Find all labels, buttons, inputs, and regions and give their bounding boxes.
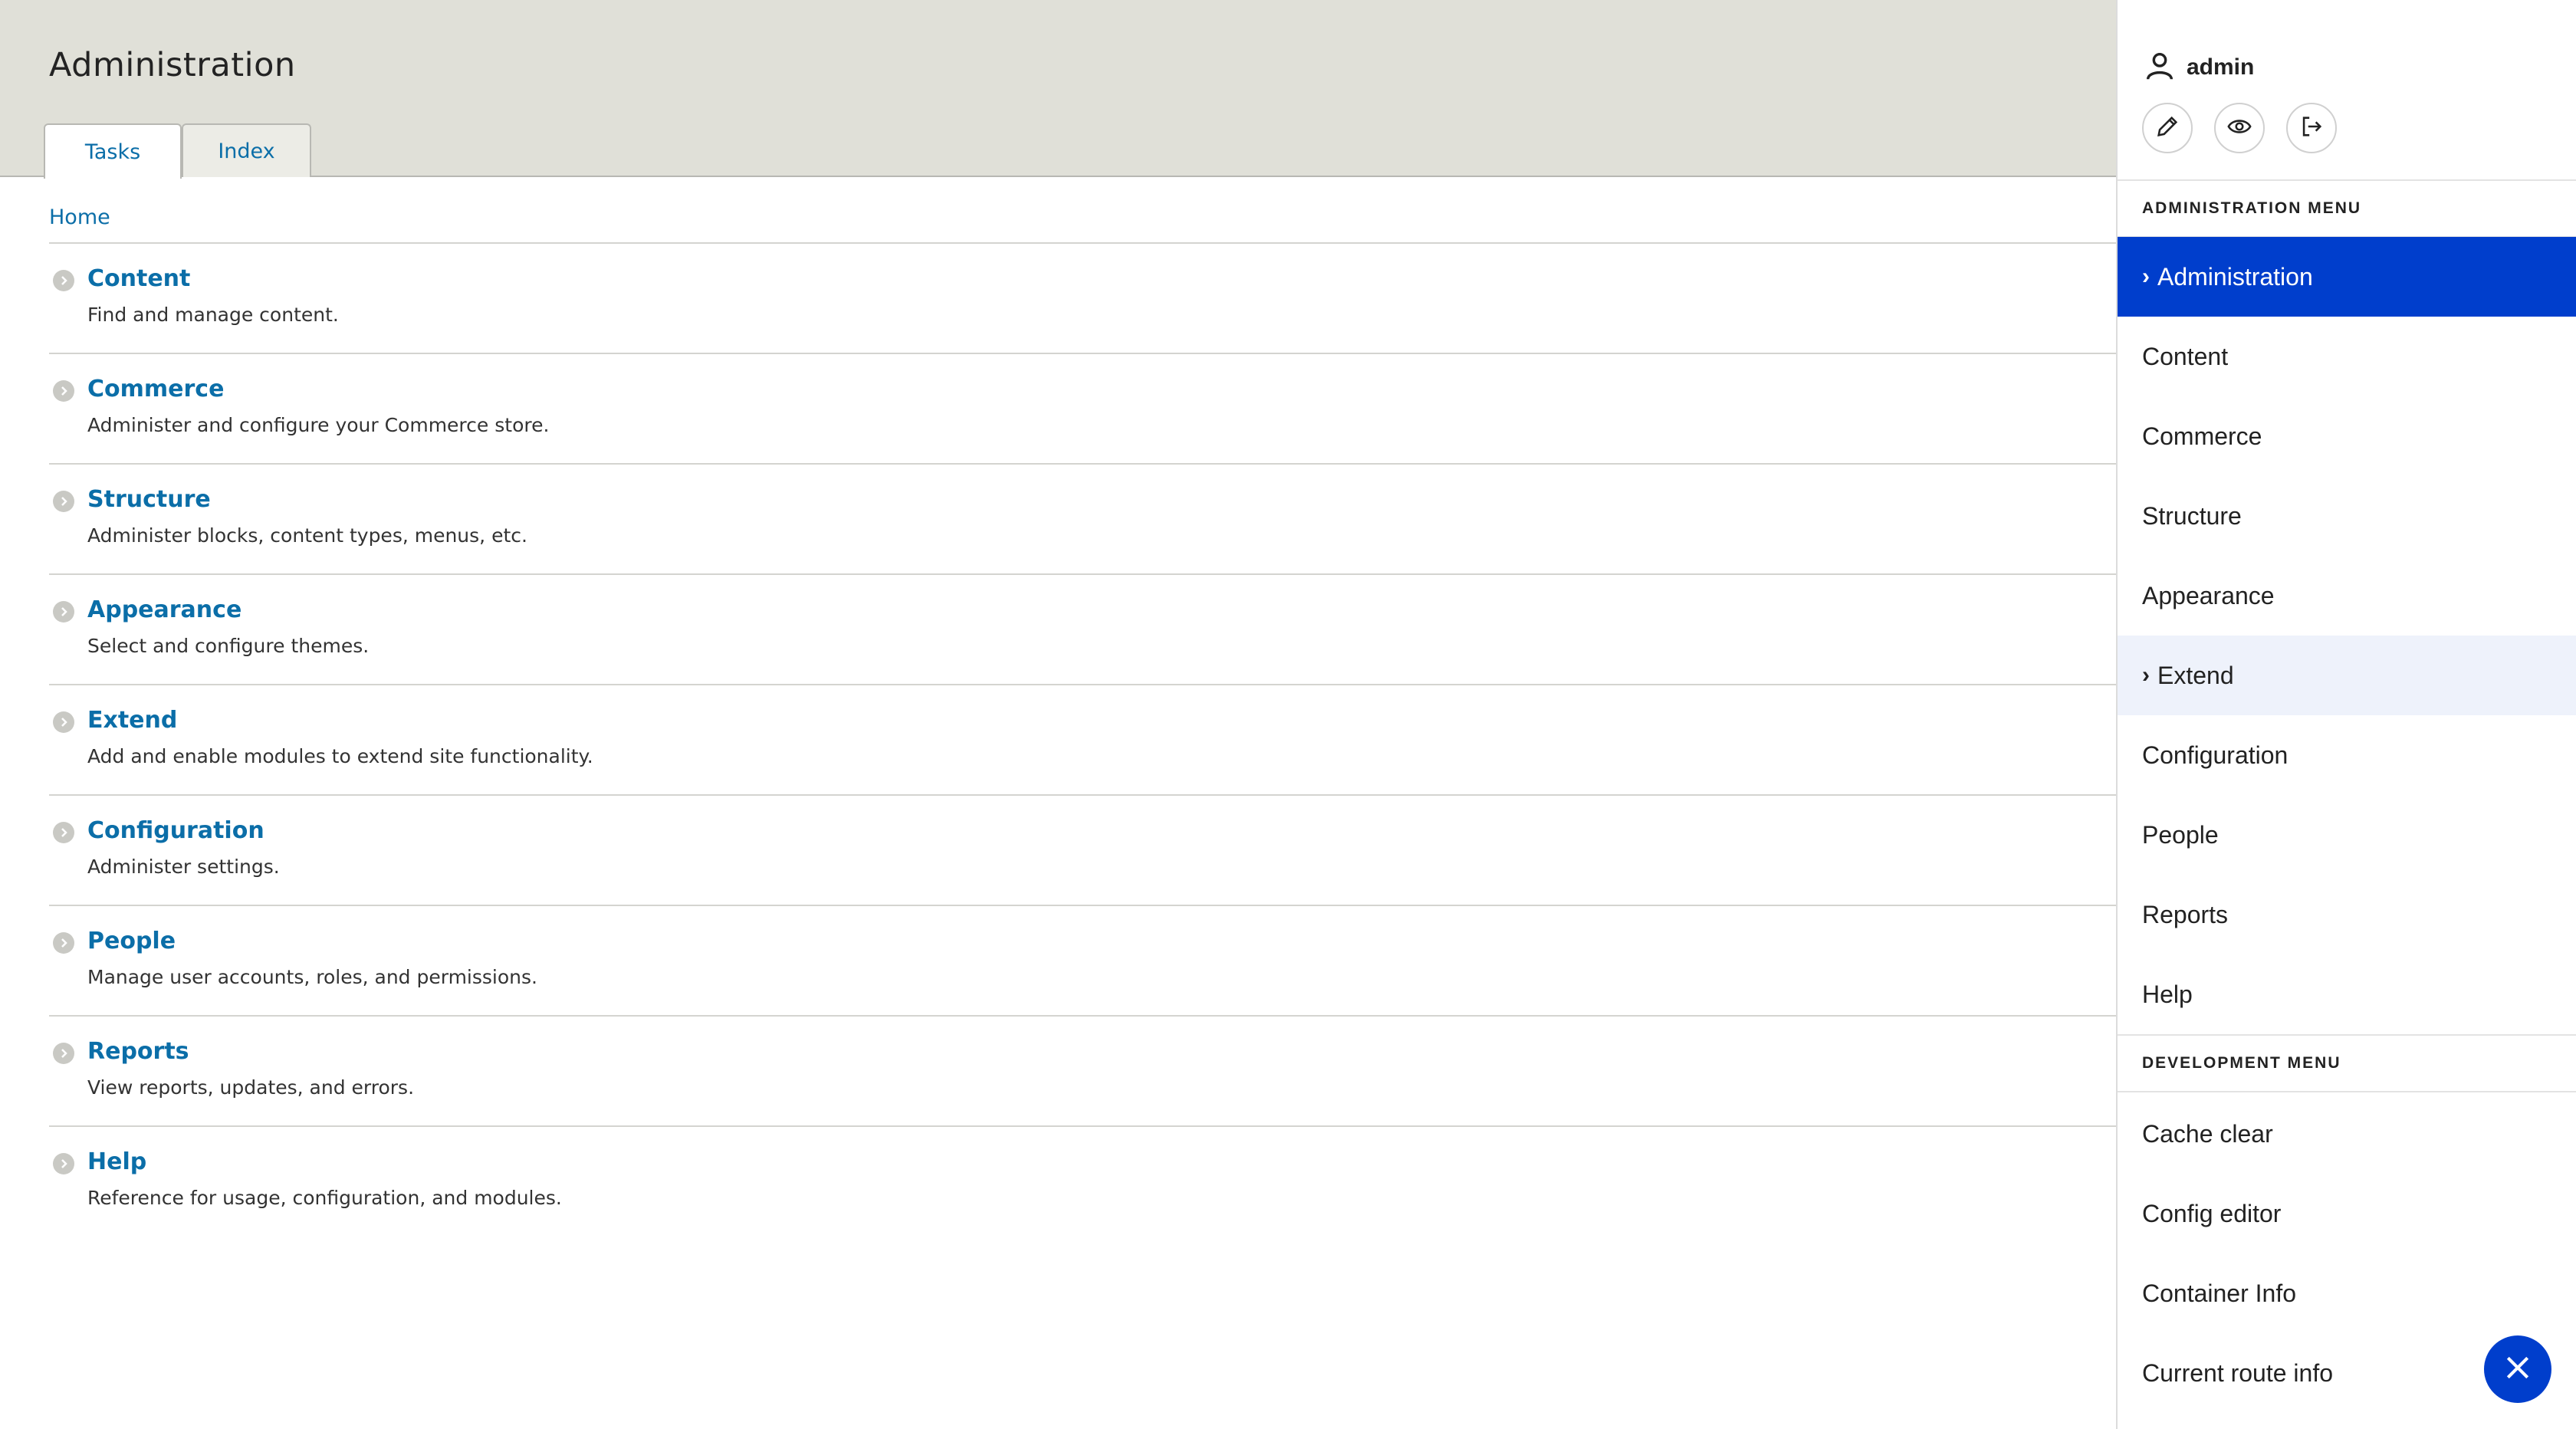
circle-arrow-icon [53,711,74,733]
menu-item-reports[interactable]: Reports [2118,875,2576,954]
task-link-configuration[interactable]: Configuration [87,817,264,844]
task-item-help: Help Reference for usage, configuration,… [49,1125,2116,1236]
toolbar-buttons [2142,103,2358,153]
menu-item-label: Reports [2142,900,2229,928]
close-icon [2503,1353,2532,1385]
pencil-icon [2154,113,2180,143]
view-button[interactable] [2214,103,2265,153]
task-item-content: Content Find and manage content. [49,242,2116,353]
main-content: Administration Tasks Index Home Content … [0,0,2116,1429]
task-description: Administer settings. [87,856,280,878]
menu-item-label: Structure [2142,501,2242,530]
page-title: Administration [49,46,296,84]
circle-arrow-icon [53,1153,74,1174]
circle-arrow-icon [53,601,74,623]
logout-icon [2298,113,2325,143]
menu-item-commerce[interactable]: Commerce [2118,396,2576,476]
task-description: Manage user accounts, roles, and permiss… [87,966,537,988]
menu-item-label: People [2142,820,2219,849]
task-item-extend: Extend Add and enable modules to extend … [49,684,2116,794]
menu-item-configuration[interactable]: Configuration [2118,715,2576,795]
task-item-configuration: Configuration Administer settings. [49,794,2116,905]
task-link-people[interactable]: People [87,928,176,954]
task-description: View reports, updates, and errors. [87,1076,415,1099]
task-link-reports[interactable]: Reports [87,1038,189,1065]
menu-item-label: Current route info [2142,1358,2334,1387]
dev-menu-heading: DEVELOPMENT MENU [2142,1054,2341,1072]
menu-item-label: Administration [2157,262,2313,291]
task-item-people: People Manage user accounts, roles, and … [49,905,2116,1015]
task-link-help[interactable]: Help [87,1148,146,1175]
close-sidebar-button[interactable] [2484,1335,2551,1403]
chevron-right-icon: › [2142,264,2150,289]
divider [2118,1034,2576,1036]
task-item-commerce: Commerce Administer and configure your C… [49,353,2116,463]
task-link-extend[interactable]: Extend [87,707,177,734]
menu-item-label: Configuration [2142,741,2288,769]
admin-menu-list: › Administration Content Commerce Struct… [2118,237,2576,1034]
menu-item-appearance[interactable]: Appearance [2118,556,2576,636]
circle-arrow-icon [53,822,74,843]
task-link-commerce[interactable]: Commerce [87,376,224,402]
menu-item-config-editor[interactable]: Config editor [2118,1174,2576,1253]
task-description: Reference for usage, configuration, and … [87,1187,562,1209]
admin-menu-heading: ADMINISTRATION MENU [2142,199,2362,217]
circle-arrow-icon [53,491,74,512]
menu-item-extend[interactable]: › Extend [2118,636,2576,715]
edit-button[interactable] [2142,103,2193,153]
menu-item-help[interactable]: Help [2118,954,2576,1034]
user-menu[interactable]: admin [2142,51,2254,84]
page-header: Administration Tasks Index [0,0,2116,179]
task-description: Administer blocks, content types, menus,… [87,524,527,547]
task-item-structure: Structure Administer blocks, content typ… [49,463,2116,573]
user-name: admin [2187,54,2255,80]
menu-item-label: Config editor [2142,1199,2282,1227]
circle-arrow-icon [53,932,74,954]
circle-arrow-icon [53,270,74,291]
task-description: Add and enable modules to extend site fu… [87,745,593,767]
primary-tabs: Tasks Index [44,123,311,179]
menu-item-container-info[interactable]: Container Info [2118,1253,2576,1333]
task-description: Select and configure themes. [87,635,370,657]
user-icon [2142,48,2177,87]
menu-item-label: Commerce [2142,422,2262,450]
tab-index[interactable]: Index [182,123,311,177]
logout-button[interactable] [2286,103,2337,153]
menu-item-label: Appearance [2142,581,2275,609]
circle-arrow-icon [53,380,74,402]
task-description: Administer and configure your Commerce s… [87,414,550,436]
menu-item-structure[interactable]: Structure [2118,476,2576,556]
eye-icon [2226,113,2252,143]
breadcrumb-home[interactable]: Home [49,205,110,229]
task-item-reports: Reports View reports, updates, and error… [49,1015,2116,1125]
task-item-appearance: Appearance Select and configure themes. [49,573,2116,684]
menu-item-cache-clear[interactable]: Cache clear [2118,1094,2576,1174]
chevron-right-icon: › [2142,662,2150,688]
menu-item-label: Extend [2157,661,2234,689]
menu-item-content[interactable]: Content [2118,317,2576,396]
divider [2118,1091,2576,1092]
task-list: Content Find and manage content. Commerc… [49,242,2116,1236]
divider [2118,179,2576,181]
menu-item-people[interactable]: People [2118,795,2576,875]
menu-item-label: Container Info [2142,1279,2297,1307]
admin-toolbar-sidebar: admin ADMINISTRATION MENU › Administrati… [2116,0,2576,1429]
task-description: Find and manage content. [87,304,339,326]
menu-item-label: Content [2142,342,2229,370]
circle-arrow-icon [53,1043,74,1064]
task-link-appearance[interactable]: Appearance [87,596,242,623]
task-link-structure[interactable]: Structure [87,486,211,513]
task-link-content[interactable]: Content [87,265,190,292]
menu-item-label: Cache clear [2142,1119,2273,1148]
menu-item-administration[interactable]: › Administration [2118,237,2576,317]
tab-tasks[interactable]: Tasks [44,123,182,179]
menu-item-label: Help [2142,980,2193,1008]
